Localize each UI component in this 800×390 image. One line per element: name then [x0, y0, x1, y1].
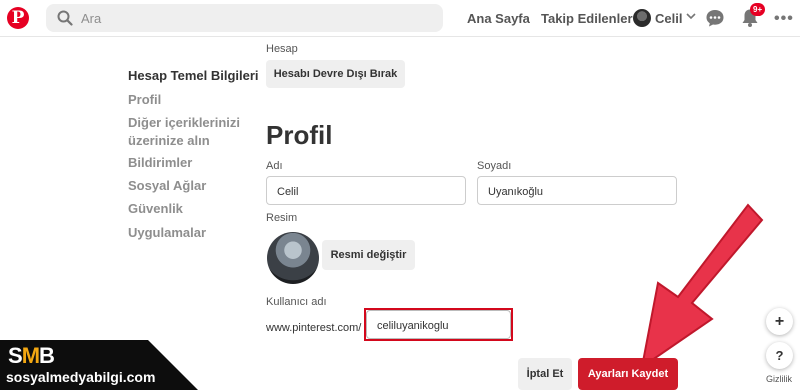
watermark: SMB sosyalmedyabilgi.com [0, 340, 200, 390]
avatar [633, 9, 651, 27]
change-picture-button[interactable]: Resmi değiştir [322, 240, 415, 270]
more-icon[interactable]: ••• [774, 10, 794, 28]
sidebar-item-claim-content-line2[interactable]: üzerinize alın [128, 132, 210, 150]
username-url-prefix: www.pinterest.com/ [266, 322, 362, 334]
sidebar-item-notifications[interactable]: Bildirimler [128, 154, 192, 172]
sidebar-item-apps[interactable]: Uygulamalar [128, 224, 206, 242]
username-label: Kullanıcı adı [266, 296, 327, 308]
sidebar-item-account-basics[interactable]: Hesap Temel Bilgileri [128, 67, 259, 85]
nav-home-link[interactable]: Ana Sayfa [467, 11, 530, 26]
pinterest-logo-icon[interactable]: P [7, 7, 29, 29]
page-title: Profil [266, 120, 333, 150]
deactivate-account-button[interactable]: Hesabı Devre Dışı Bırak [266, 60, 405, 88]
first-name-label: Adı [266, 160, 283, 172]
search-icon [57, 10, 73, 26]
chat-icon[interactable] [705, 8, 725, 28]
nav-following-link[interactable]: Takip Edilenler [541, 11, 633, 26]
last-name-label: Soyadı [477, 160, 512, 172]
user-name: Celil [655, 11, 683, 26]
chevron-down-icon [686, 13, 696, 20]
account-section-label: Hesap [266, 43, 298, 55]
cancel-button[interactable]: İptal Et [518, 358, 572, 390]
top-navigation-bar: P Ara Ana Sayfa Takip Edilenler Celil 9+… [0, 0, 800, 37]
sidebar-item-social-networks[interactable]: Sosyal Ağlar [128, 177, 206, 195]
annotation-arrow-icon [640, 203, 764, 370]
username-highlight-box [364, 308, 513, 341]
sidebar-item-profile[interactable]: Profil [128, 91, 161, 109]
picture-label: Resim [266, 212, 298, 224]
profile-photo [267, 232, 319, 284]
watermark-logo: SMB [8, 343, 55, 369]
first-name-field[interactable]: Celil [266, 176, 466, 205]
help-button[interactable]: ? [766, 342, 793, 369]
watermark-site: sosyalmedyabilgi.com [6, 369, 156, 385]
search-placeholder: Ara [81, 11, 102, 26]
privacy-link[interactable]: Gizlilik [766, 374, 792, 384]
notification-badge: 9+ [750, 3, 766, 16]
sidebar-item-security[interactable]: Güvenlik [128, 200, 183, 218]
save-settings-button[interactable]: Ayarları Kaydet [578, 358, 678, 390]
watermark-logo-s: S [8, 343, 23, 368]
add-button[interactable]: + [766, 308, 793, 335]
watermark-logo-b: B [39, 343, 55, 368]
search-input[interactable]: Ara [46, 4, 443, 32]
sidebar-item-claim-content-line1[interactable]: Diğer içeriklerinizi [128, 114, 240, 132]
watermark-logo-m: M [21, 343, 40, 368]
